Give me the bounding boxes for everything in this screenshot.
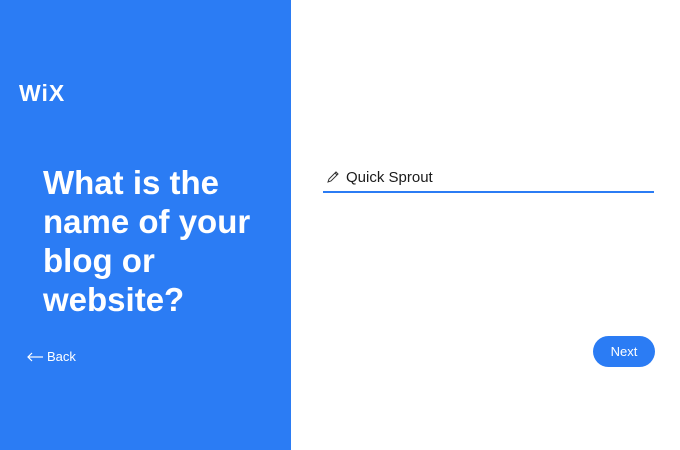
question-heading: What is the name of your blog or website…: [43, 164, 251, 318]
back-link[interactable]: Back: [26, 349, 76, 364]
site-name-input[interactable]: [346, 168, 646, 186]
site-name-field[interactable]: [323, 163, 654, 193]
pencil-icon: [327, 171, 339, 183]
back-label: Back: [47, 349, 76, 364]
wix-logo: WiX: [19, 80, 66, 106]
arrow-left-icon: [27, 352, 43, 361]
onboarding-page: WiX What is the name of your blog or web…: [0, 0, 680, 450]
next-button[interactable]: Next: [593, 336, 655, 367]
left-panel: WiX What is the name of your blog or web…: [0, 0, 291, 450]
